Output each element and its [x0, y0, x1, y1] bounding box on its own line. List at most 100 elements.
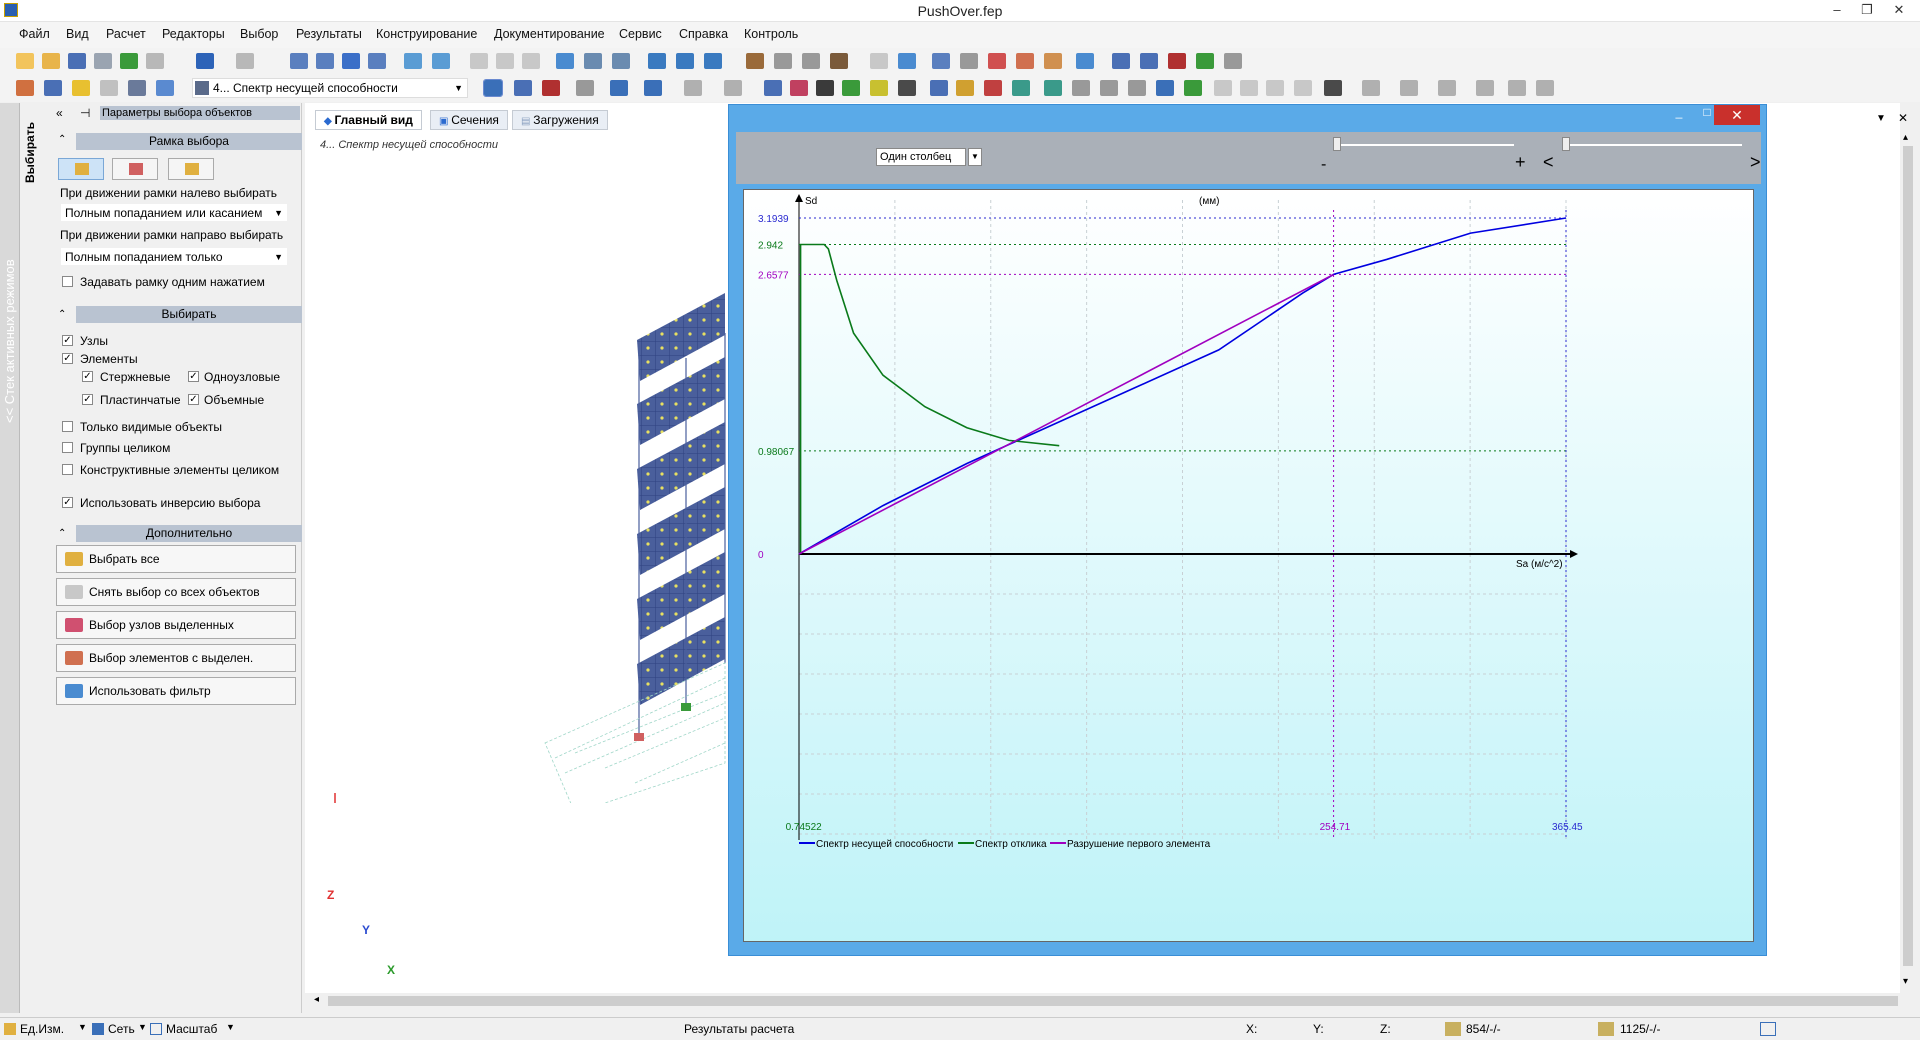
menu-results[interactable]: Результаты	[296, 27, 362, 41]
beam-icon[interactable]	[790, 80, 808, 96]
grid2-icon[interactable]	[1324, 80, 1342, 96]
curve-icon[interactable]	[764, 80, 782, 96]
brush-icon[interactable]	[746, 53, 764, 69]
import-icon[interactable]	[146, 53, 164, 69]
zoom-slider-track[interactable]	[1334, 144, 1514, 146]
grid-icon[interactable]	[432, 53, 450, 69]
open-icon[interactable]	[42, 53, 60, 69]
menu-service[interactable]: Сервис	[619, 27, 662, 41]
scroll-prev-button[interactable]: <	[1543, 152, 1554, 173]
menu-select[interactable]: Выбор	[240, 27, 278, 41]
deform-icon[interactable]	[610, 80, 628, 96]
nodes-checkbox[interactable]: ✓	[62, 335, 73, 346]
brush3-icon[interactable]	[802, 53, 820, 69]
scale-button[interactable]: Масштаб	[166, 1022, 217, 1036]
stairs-icon[interactable]	[870, 80, 888, 96]
select-all-icon[interactable]	[932, 53, 950, 69]
nodes2-icon[interactable]	[514, 80, 532, 96]
save-icon[interactable]	[68, 53, 86, 69]
align-icon[interactable]	[1140, 53, 1158, 69]
left-move-select[interactable]: Полным попаданием или касанием ▼	[60, 203, 288, 222]
tab-loads[interactable]: ▤ Загружения	[512, 110, 608, 130]
camera-icon[interactable]	[584, 53, 602, 69]
column-mode-select[interactable]: Один столбец	[876, 148, 966, 166]
zoom-window-icon[interactable]	[368, 53, 386, 69]
scroll-slider-track[interactable]	[1562, 144, 1742, 146]
redo-icon[interactable]	[236, 53, 254, 69]
view2-icon[interactable]	[496, 53, 514, 69]
frame-mode-2-button[interactable]	[112, 158, 158, 180]
select-mode-tab[interactable]: Выбирать	[20, 103, 42, 1013]
groups-checkbox[interactable]	[62, 442, 73, 453]
bar-chart2-icon[interactable]	[676, 53, 694, 69]
spring-icon[interactable]	[1214, 80, 1232, 96]
extra-section-header[interactable]: Дополнительно	[76, 525, 302, 542]
cross2-icon[interactable]	[1536, 80, 1554, 96]
scroll-up-icon[interactable]: ▴	[1903, 132, 1908, 143]
menu-view[interactable]: Вид	[66, 27, 89, 41]
visible-only-checkbox[interactable]	[62, 421, 73, 432]
zoom-out-icon[interactable]	[316, 53, 334, 69]
frame-icon[interactable]	[1362, 80, 1380, 96]
chevron-up-icon[interactable]: ⌃	[58, 134, 70, 145]
ruler-icon[interactable]	[1168, 53, 1186, 69]
view-icon[interactable]	[470, 53, 488, 69]
scroll-down-icon[interactable]: ▾	[1903, 976, 1908, 987]
brush4-icon[interactable]	[830, 53, 848, 69]
constructive-checkbox[interactable]	[62, 464, 73, 475]
scroll-left-icon[interactable]: ◂	[314, 994, 319, 1005]
units-button[interactable]: Ед.Изм.	[20, 1022, 64, 1036]
cross-icon[interactable]	[542, 80, 560, 96]
deform2-icon[interactable]	[644, 80, 662, 96]
frame2-icon[interactable]	[1476, 80, 1494, 96]
mode2-icon[interactable]	[724, 80, 742, 96]
line-icon[interactable]	[1240, 80, 1258, 96]
grid-button[interactable]: Сеть	[108, 1022, 135, 1036]
panel-menu-icon[interactable]: ▼	[1876, 113, 1886, 124]
collapse-icon[interactable]: «	[56, 106, 63, 120]
node-load-icon[interactable]	[956, 80, 974, 96]
plates-checkbox[interactable]: ✓	[82, 394, 93, 405]
filter-icon[interactable]	[870, 53, 888, 69]
single-click-checkbox[interactable]	[62, 276, 73, 287]
dim-icon[interactable]	[1438, 80, 1456, 96]
horizontal-scrollbar[interactable]: ◂	[310, 993, 1905, 1009]
support2-icon[interactable]	[1044, 80, 1062, 96]
view3-icon[interactable]	[522, 53, 540, 69]
print-icon[interactable]	[94, 53, 112, 69]
nodes-display-icon[interactable]	[483, 79, 503, 97]
scroll-next-button[interactable]: >	[1750, 152, 1761, 173]
scroll-slider-thumb[interactable]	[1562, 137, 1570, 151]
menu-construct[interactable]: Конструирование	[376, 27, 477, 41]
select-section-header[interactable]: Выбирать	[76, 306, 302, 323]
pushover-chart[interactable]: 3.1939 2.942 2.6577 0.98067 0 0.74522 254.71 36…	[743, 189, 1754, 942]
hinge2-icon[interactable]	[1100, 80, 1118, 96]
po-close-button[interactable]: ✕	[1714, 105, 1760, 125]
copy-icon[interactable]	[1112, 53, 1130, 69]
vertical-scrollbar[interactable]: ▴ ▾	[1900, 130, 1916, 995]
dash-icon[interactable]	[1400, 80, 1418, 96]
use-filter-button[interactable]: Использовать фильтр	[56, 677, 296, 705]
select-icon[interactable]	[1044, 53, 1062, 69]
plate-icon[interactable]	[816, 80, 834, 96]
calc-icon[interactable]	[156, 80, 174, 96]
check-icon[interactable]	[16, 80, 34, 96]
load-case-select[interactable]: 4... Спектр несущей способности ▼	[192, 78, 468, 98]
scroll-thumb[interactable]	[328, 996, 1898, 1006]
chevron-down-icon[interactable]: ▼	[78, 1022, 87, 1032]
load-icon[interactable]	[72, 80, 90, 96]
zoom-slider-thumb[interactable]	[1333, 137, 1341, 151]
menu-file[interactable]: Файл	[19, 27, 50, 41]
select-all-button[interactable]: Выбрать все	[56, 545, 296, 573]
line2-icon[interactable]	[1266, 80, 1284, 96]
single-node-checkbox[interactable]: ✓	[188, 371, 199, 382]
maximize-button[interactable]: ❐	[1852, 0, 1882, 22]
po-minimize-button[interactable]: _	[1665, 105, 1693, 125]
measure-icon[interactable]	[1196, 53, 1214, 69]
grid-snap-icon[interactable]	[1760, 1022, 1776, 1036]
diagram-icon[interactable]	[704, 53, 722, 69]
model-icon[interactable]	[44, 80, 62, 96]
scroll-thumb[interactable]	[1903, 146, 1913, 966]
brush2-icon[interactable]	[774, 53, 792, 69]
panel-close-icon[interactable]: ✕	[1898, 111, 1908, 125]
